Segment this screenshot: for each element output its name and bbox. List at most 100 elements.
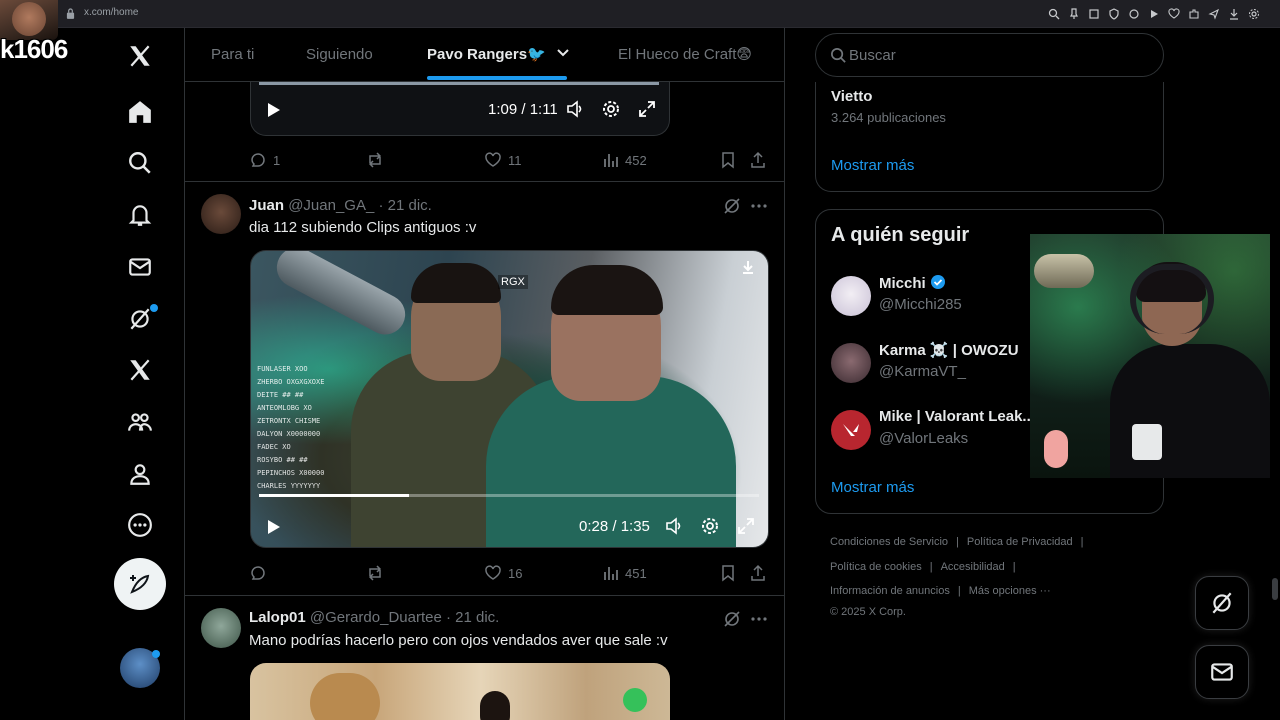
reply-button[interactable] xyxy=(249,561,273,585)
nav-communities[interactable] xyxy=(112,400,168,444)
tab-para-ti[interactable]: Para ti xyxy=(211,28,254,82)
chevron-down-icon[interactable] xyxy=(556,46,570,60)
pin-icon[interactable] xyxy=(1068,7,1080,19)
avatar[interactable] xyxy=(201,608,241,648)
video-overlay-tag: RGX xyxy=(498,275,528,289)
search-input[interactable]: Buscar xyxy=(815,33,1164,77)
grok-icon[interactable] xyxy=(722,196,742,216)
tweet-video-player[interactable]: RGX FUNLASER XOO ZHERBO OXGXGXOXE DEITE ##… xyxy=(250,250,769,548)
nav-more[interactable] xyxy=(112,503,168,547)
footer-link-ads-info[interactable]: Información de anuncios xyxy=(830,585,950,597)
more-options-icon[interactable] xyxy=(749,196,769,216)
x-logo-button[interactable] xyxy=(112,34,168,78)
share-icon[interactable] xyxy=(1208,7,1220,20)
like-button[interactable]: 16 xyxy=(484,561,522,585)
tab-el-hueco-de-craft[interactable]: El Hueco de Craft😨 xyxy=(618,28,752,82)
repost-button[interactable] xyxy=(366,148,384,172)
footer-link-accessibility[interactable]: Accesibilidad xyxy=(941,561,1005,573)
zoom-icon[interactable] xyxy=(1048,7,1060,20)
tweet-media[interactable] xyxy=(250,663,670,720)
account-notification-dot xyxy=(152,650,160,658)
nav-explore[interactable] xyxy=(112,141,168,185)
avatar[interactable] xyxy=(831,410,871,450)
nav-premium[interactable] xyxy=(112,348,168,392)
author-handle-date[interactable]: @Juan_GA_ · 21 dic. xyxy=(288,197,432,214)
video-progress-bar[interactable] xyxy=(259,82,659,85)
author-handle-date[interactable]: @Gerardo_Duartee · 21 dic. xyxy=(310,609,500,626)
download-icon[interactable] xyxy=(740,259,756,275)
tab-siguiendo[interactable]: Siguiendo xyxy=(306,28,373,82)
shield-icon[interactable] xyxy=(1108,7,1120,20)
nav-home[interactable] xyxy=(112,90,168,134)
share-button[interactable] xyxy=(749,148,767,172)
heart-extension-icon[interactable] xyxy=(1168,7,1180,19)
nav-notifications[interactable] xyxy=(112,193,168,237)
volume-button[interactable] xyxy=(565,99,585,123)
play-button[interactable] xyxy=(263,517,283,541)
gear-icon xyxy=(603,101,619,117)
bookmark-button[interactable] xyxy=(719,561,737,585)
footer-link-privacy[interactable]: Política de Privacidad xyxy=(967,536,1073,548)
download-icon[interactable] xyxy=(623,688,647,712)
bookmark-icon xyxy=(722,565,734,582)
download-icon[interactable] xyxy=(1228,7,1240,20)
views-button[interactable]: 451 xyxy=(601,561,647,585)
play-icon xyxy=(268,520,280,534)
views-button[interactable]: 452 xyxy=(601,148,647,172)
avatar[interactable] xyxy=(201,194,241,234)
x-logo-icon xyxy=(130,45,150,67)
volume-button[interactable] xyxy=(664,516,684,540)
video-overlay-list-item: CHARLES YYYYYYY xyxy=(257,482,321,490)
author-name[interactable]: Lalop01 xyxy=(249,609,306,626)
account-name-text: Micchi xyxy=(879,275,926,292)
account-name: Mike | Valorant Leak... xyxy=(879,408,1035,425)
grok-floating-button[interactable] xyxy=(1195,576,1249,630)
browser-toolbar: x.com/home xyxy=(0,0,1280,28)
bookmark-button[interactable] xyxy=(719,148,737,172)
nav-grok[interactable] xyxy=(112,297,168,341)
footer-link-cookies[interactable]: Política de cookies xyxy=(830,561,922,573)
nav-messages[interactable] xyxy=(112,245,168,289)
puzzle-icon[interactable] xyxy=(1188,7,1200,19)
post-button[interactable] xyxy=(114,558,166,610)
grok-icon[interactable] xyxy=(722,609,742,629)
grok-icon xyxy=(1212,592,1232,614)
trend-title[interactable]: Vietto xyxy=(831,88,872,105)
valorant-logo-icon xyxy=(843,424,859,436)
author-name[interactable]: Juan xyxy=(249,197,284,214)
video-player-previous[interactable]: 1:09 / 1:11 xyxy=(250,82,670,136)
address-bar[interactable]: x.com/home xyxy=(84,7,138,18)
fullscreen-button[interactable] xyxy=(637,99,657,123)
messages-floating-button[interactable] xyxy=(1195,645,1249,699)
avatar[interactable] xyxy=(831,343,871,383)
video-overlay-list-item: FADEC XO xyxy=(257,443,291,451)
settings-button[interactable] xyxy=(601,99,621,123)
reply-button[interactable]: 1 xyxy=(249,148,280,172)
avatar[interactable] xyxy=(831,276,871,316)
footer-link-more-options[interactable]: Más opciones ··· xyxy=(969,585,1051,597)
bookmark-square-icon[interactable] xyxy=(1088,7,1100,19)
tab-pavo-rangers[interactable]: Pavo Rangers🐦 xyxy=(427,28,570,82)
nav-profile[interactable] xyxy=(112,452,168,496)
person-hair-left xyxy=(411,263,501,303)
timeline: Para ti Siguiendo Pavo Rangers🐦 El Hueco… xyxy=(184,28,785,720)
more-options-icon[interactable] xyxy=(749,609,769,629)
show-more-link[interactable]: Mostrar más xyxy=(831,479,914,496)
account-handle: @Micchi285 xyxy=(879,296,962,313)
repost-icon xyxy=(368,152,382,168)
footer-link-terms[interactable]: Condiciones de Servicio xyxy=(830,536,948,548)
like-button[interactable]: 11 xyxy=(484,148,522,172)
video-progress-bar[interactable] xyxy=(259,494,759,497)
settings-button[interactable] xyxy=(700,516,720,540)
page-scrollbar[interactable] xyxy=(1272,578,1278,600)
video-progress-fill xyxy=(259,494,409,497)
repost-button[interactable] xyxy=(366,561,384,585)
extension-icon[interactable] xyxy=(1128,7,1140,19)
fullscreen-button[interactable] xyxy=(736,516,756,540)
card-title: A quién seguir xyxy=(831,224,970,246)
play-extension-icon[interactable] xyxy=(1148,7,1160,19)
share-button[interactable] xyxy=(749,561,767,585)
settings-icon[interactable] xyxy=(1248,7,1260,19)
play-button[interactable] xyxy=(263,100,283,124)
show-more-link[interactable]: Mostrar más xyxy=(831,157,914,174)
